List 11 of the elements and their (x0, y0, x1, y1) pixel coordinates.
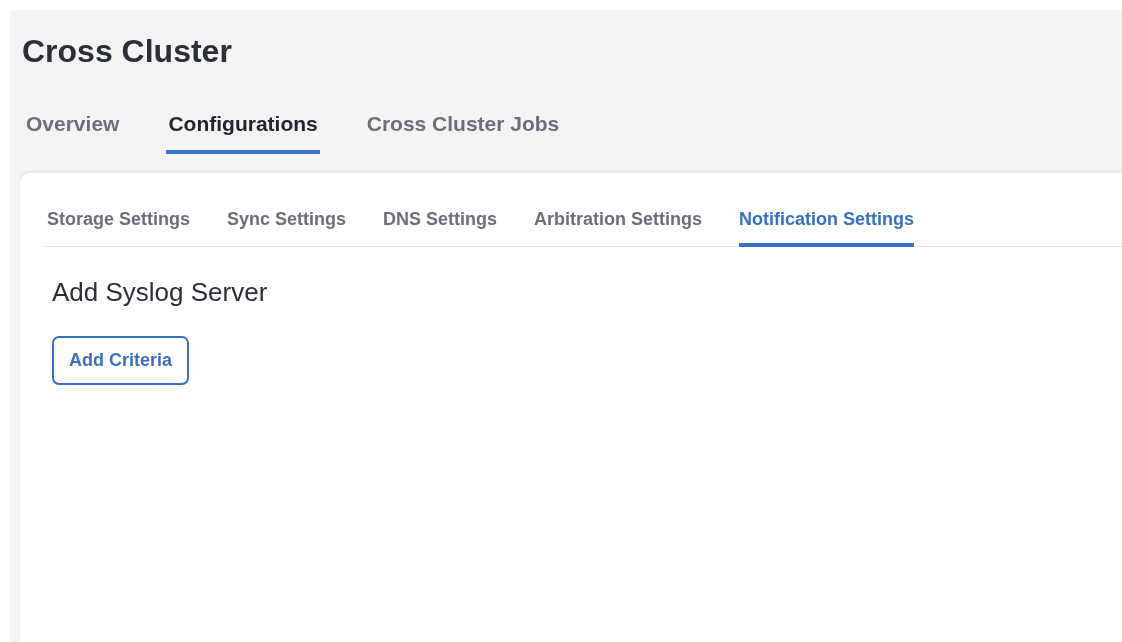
sub-tab[interactable]: Storage Settings (47, 203, 191, 247)
sub-tab[interactable]: Sync Settings (227, 203, 347, 247)
tab[interactable]: Configurations (166, 106, 320, 154)
page-title: Cross Cluster (22, 32, 233, 70)
sub-tab[interactable]: Notification Settings (739, 203, 915, 247)
add-criteria-button[interactable]: Add Criteria (52, 336, 190, 385)
tab[interactable]: Cross Cluster Jobs (364, 106, 562, 154)
tab[interactable]: Overview (24, 106, 122, 154)
sub-tab[interactable]: DNS Settings (383, 203, 498, 247)
section-title: Add Syslog Server (52, 277, 269, 308)
sub-tab[interactable]: Arbitration Settings (534, 203, 703, 247)
